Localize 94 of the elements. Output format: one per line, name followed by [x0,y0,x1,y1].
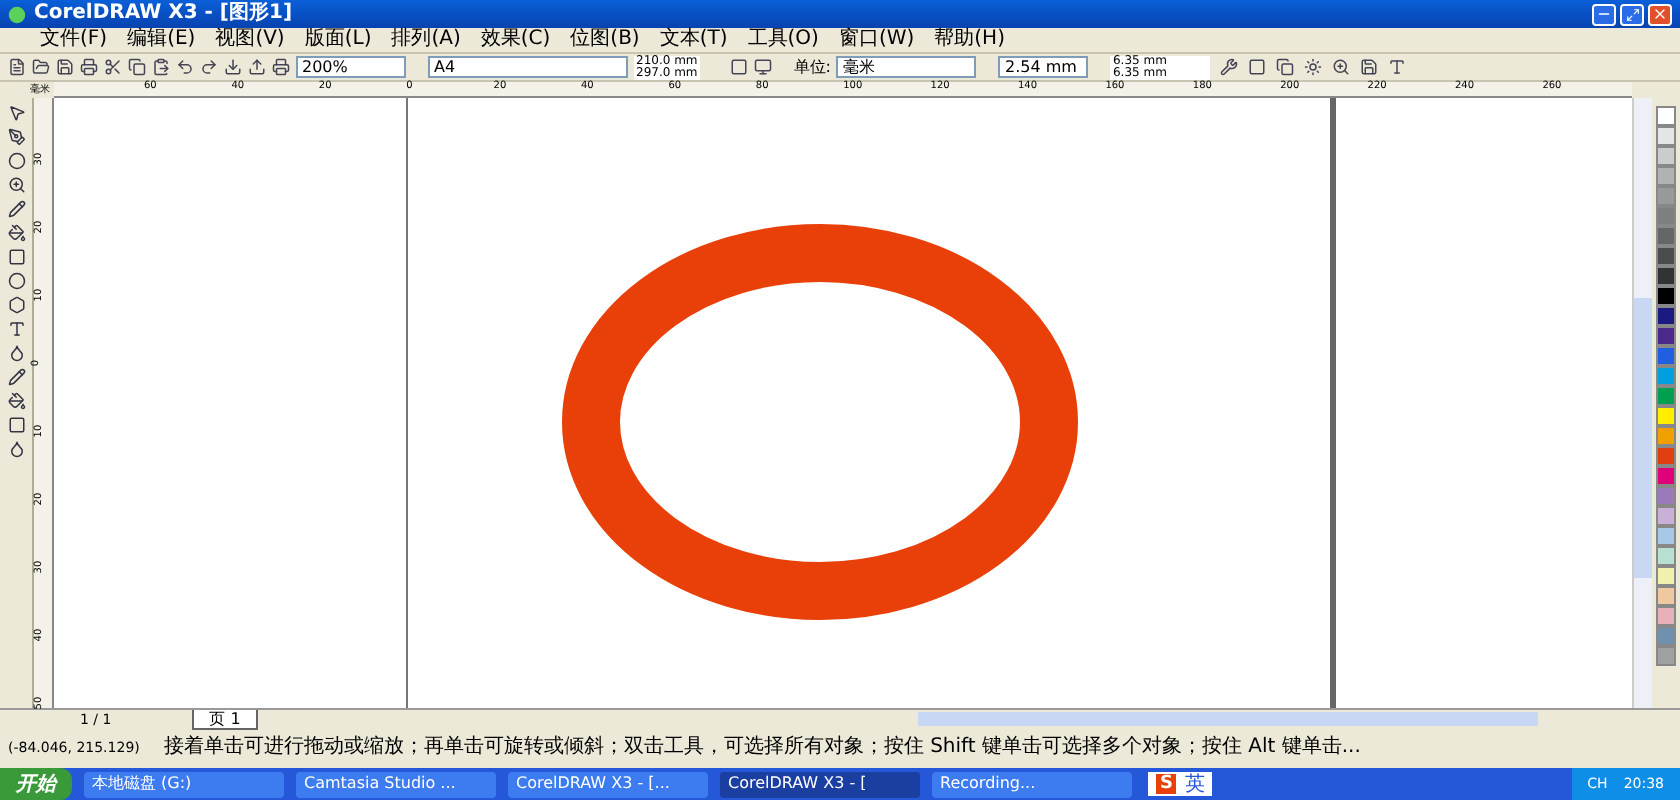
toolbar-icon[interactable] [32,58,50,76]
ime-mode[interactable]: 英 [1184,773,1205,795]
palette-swatch[interactable] [1656,126,1676,146]
menu-item[interactable]: 位图(B) [570,28,640,52]
taskbar-button[interactable]: 本地磁盘 (G:) [84,771,284,797]
palette-swatch[interactable] [1656,226,1676,246]
toolbar-icon[interactable] [1332,58,1351,76]
toolbar-icon[interactable] [80,58,98,76]
units-label: 单位: [793,57,831,77]
page-tab[interactable]: 页 1 [191,709,259,729]
page-size-field[interactable]: A4 [428,56,628,78]
menu-item[interactable]: 工具(O) [747,28,819,52]
palette-swatch[interactable] [1656,366,1676,386]
start-button[interactable]: 开始 [0,768,72,800]
toolbar-icon[interactable] [248,58,266,76]
toolbar-icon[interactable] [200,58,218,76]
palette-swatch[interactable] [1656,146,1676,166]
menu-item[interactable]: 文本(T) [659,28,728,52]
taskbar-button[interactable]: Recording... [932,771,1132,797]
palette-swatch[interactable] [1656,606,1676,626]
toolbar-icon[interactable] [152,58,170,76]
close-icon [1652,6,1668,22]
palette-swatch[interactable] [1656,346,1676,366]
palette-swatch[interactable] [1656,106,1676,126]
taskbar-button[interactable]: CorelDRAW X3 - [... [508,771,708,797]
toolbar-icon[interactable] [224,58,242,76]
tool-icon[interactable] [7,296,25,314]
app-icon [8,5,26,23]
taskbar-button[interactable]: CorelDRAW X3 - [ [720,771,920,797]
units-field[interactable]: 毫米 [836,56,977,78]
tool-icon[interactable] [7,104,25,122]
zoom-field[interactable]: 200% [296,56,406,78]
palette-swatch[interactable] [1656,566,1676,586]
menu-item[interactable]: 编辑(E) [127,28,196,52]
palette-swatch[interactable] [1656,266,1676,286]
palette-swatch[interactable] [1656,526,1676,546]
palette-swatch[interactable] [1656,286,1676,306]
window-title: CorelDRAW X3 - [图形1] [34,2,293,26]
menu-item[interactable]: 视图(V) [215,28,285,52]
toolbar-icon[interactable] [1276,58,1295,76]
palette-swatch[interactable] [1656,486,1676,506]
ring-shape[interactable] [562,224,1078,620]
tool-icon[interactable] [7,344,25,362]
palette-swatch[interactable] [1656,546,1676,566]
vertical-scrollbar[interactable] [1632,98,1652,708]
menu-item[interactable]: 帮助(H) [934,28,1005,52]
tool-icon[interactable] [7,368,25,386]
tool-icon[interactable] [7,320,25,338]
toolbar-icon[interactable] [1304,58,1323,76]
restore-icon [1625,7,1639,21]
status-hint: 接着单击可进行拖动或缩放；再单击可旋转或倾斜；双击工具，可选择所有对象；按住 Shift 键单击可选择多个对象；按住 Alt 键单击... [163,736,1361,760]
palette-swatch[interactable] [1656,466,1676,486]
palette-swatch[interactable] [1656,586,1676,606]
menu-item[interactable]: 排列(A) [391,28,461,52]
taskbar-button[interactable]: Camtasia Studio ... [296,771,496,797]
palette-swatch[interactable] [1656,506,1676,526]
close-button[interactable] [1648,3,1672,25]
palette-swatch[interactable] [1656,626,1676,646]
palette-swatch[interactable] [1656,406,1676,426]
minimize-button[interactable] [1592,3,1616,25]
toolbar-icon[interactable] [1360,58,1379,76]
toolbar-icon[interactable] [1220,58,1239,76]
menu-item[interactable]: 窗口(W) [838,28,915,52]
menu-item[interactable]: 效果(C) [480,28,551,52]
palette-swatch[interactable] [1656,326,1676,346]
tool-icon[interactable] [7,392,25,410]
palette-swatch[interactable] [1656,186,1676,206]
palette-swatch[interactable] [1656,246,1676,266]
ime-logo[interactable]: S [1156,774,1177,794]
palette-swatch[interactable] [1656,386,1676,406]
toolbar-icon[interactable] [272,58,290,76]
menu-item[interactable]: 版面(L) [304,28,372,52]
toolbar-icon[interactable] [1388,58,1407,76]
nudge-field[interactable]: 2.54 mm [998,56,1089,78]
palette-swatch[interactable] [1656,646,1676,666]
tool-icon[interactable] [7,128,25,146]
palette-swatch[interactable] [1656,306,1676,326]
toolbar-icon[interactable] [104,58,122,76]
tool-icon[interactable] [7,152,25,170]
palette-swatch[interactable] [1656,166,1676,186]
palette-swatch[interactable] [1656,426,1676,446]
toolbar-icon[interactable] [176,58,194,76]
menu-item[interactable]: 文件(F) [40,28,108,52]
palette-swatch[interactable] [1656,446,1676,466]
toolbar-icon[interactable] [128,58,146,76]
toolbar-icon[interactable] [1248,58,1267,76]
palette-swatch[interactable] [1656,206,1676,226]
tool-icon[interactable] [7,200,25,218]
toolbar-icon[interactable] [56,58,74,76]
tool-icon[interactable] [7,224,25,242]
tool-icon[interactable] [7,176,25,194]
restore-button[interactable] [1620,3,1644,25]
toolbar-icon[interactable] [8,58,26,76]
horizontal-scrollbar[interactable] [918,712,1539,726]
